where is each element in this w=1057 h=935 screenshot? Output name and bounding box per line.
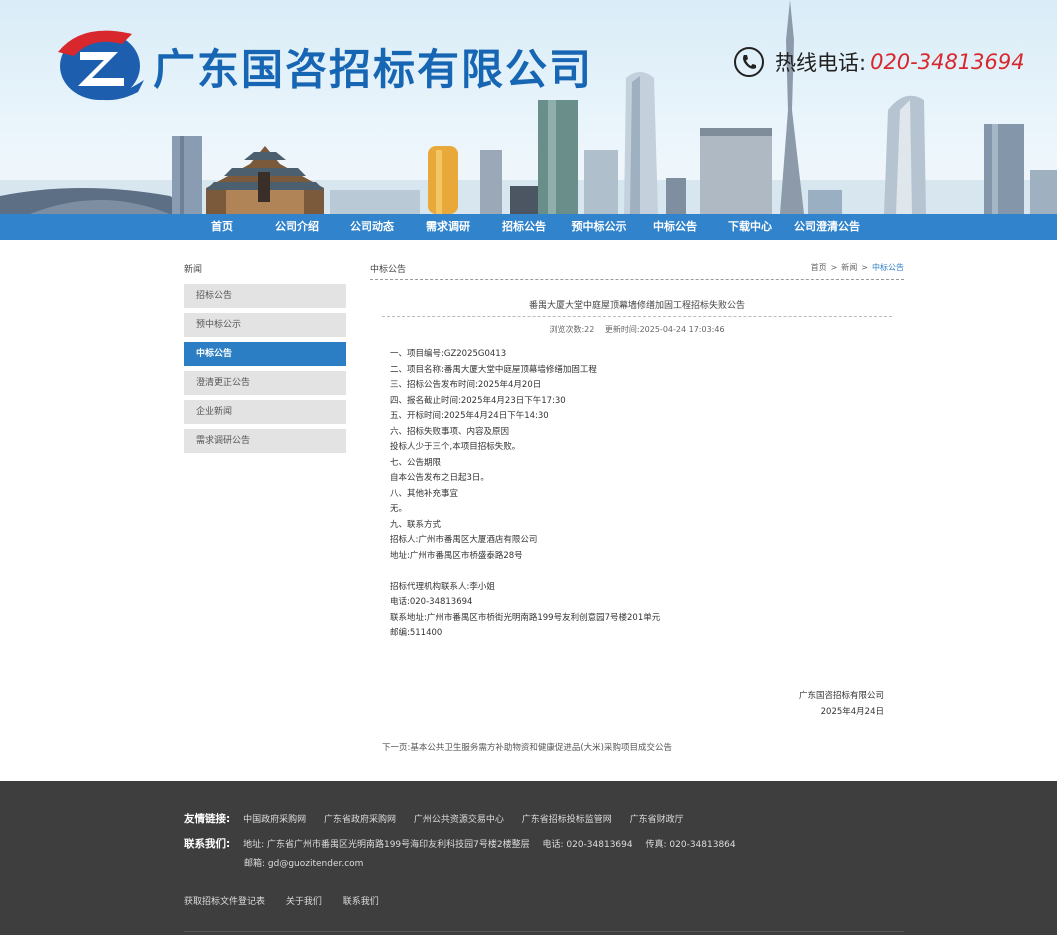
nav-item-home[interactable]: 首页 <box>211 214 233 240</box>
footer-divider <box>184 931 904 932</box>
article-meta: 浏览次数:22 更新时间:2025-04-24 17:03:46 <box>382 324 892 335</box>
header-banner: 广东国咨招标有限公司 热线电话: 020-34813694 <box>0 0 1057 214</box>
breadcrumb-separator: > <box>830 263 838 272</box>
friend-link[interactable]: 中国政府采购网 <box>243 815 306 825</box>
breadcrumb-home[interactable]: 首页 <box>811 263 827 272</box>
article-line: 地址:广州市番禺区市桥盛泰路28号 <box>390 550 523 561</box>
nav-item-download[interactable]: 下载中心 <box>728 214 772 240</box>
hotline-label: 热线电话: <box>775 51 867 75</box>
friend-link[interactable]: 广州公共资源交易中心 <box>414 815 504 825</box>
main-nav: 首页 公司介绍 公司动态 需求调研 招标公告 预中标公示 中标公告 下载中心 公… <box>0 214 1057 240</box>
nav-item-about[interactable]: 公司介绍 <box>275 214 319 240</box>
nav-item-clarification[interactable]: 公司澄清公告 <box>794 214 860 240</box>
article-line: 投标人少于三个,本项目招标失败。 <box>390 442 521 452</box>
article-body: 一、项目编号:GZ2025G0413 二、项目名称:番禺大厦大堂中庭屋顶幕墙修缮… <box>390 347 890 642</box>
article-line: 一、项目编号:GZ2025G0413 <box>390 349 507 359</box>
nav-item-pre-award[interactable]: 预中标公示 <box>572 214 627 240</box>
updated-time: 更新时间:2025-04-24 17:03:46 <box>604 325 725 334</box>
article-line: 九、联系方式 <box>390 519 442 530</box>
contact-label: 联系我们: <box>184 838 231 850</box>
signature-date: 2025年4月24日 <box>820 707 884 717</box>
section-title: 中标公告 <box>370 265 407 275</box>
contact-email-row: 邮箱: gd@guozitender.com <box>244 856 373 869</box>
friend-links-label: 友情链接: <box>184 813 231 825</box>
footer: 友情链接: 中国政府采购网 广东省政府采购网 广州公共资源交易中心 广东省招标投… <box>0 781 1057 935</box>
signature: 广东国咨招标有限公司 2025年4月24日 <box>799 688 884 720</box>
city-skyline-image <box>0 0 1057 214</box>
article-line: 招标代理机构联系人:李小姐 <box>390 581 495 592</box>
friend-link[interactable]: 广东省政府采购网 <box>324 815 396 825</box>
article-line <box>390 564 890 580</box>
sidebar-title: 新闻 <box>184 265 203 275</box>
company-logo-icon <box>58 30 144 101</box>
article-line: 邮编:511400 <box>390 628 443 638</box>
company-name: 广东国咨招标有限公司 <box>153 45 594 94</box>
contact-email: 邮箱: gd@guozitender.com <box>244 859 364 869</box>
title-divider <box>382 316 892 317</box>
breadcrumb-news[interactable]: 新闻 <box>841 263 857 272</box>
article-line: 四、报名截止时间:2025年4月23日下午17:30 <box>390 395 566 406</box>
article-title: 番禺大厦大堂中庭屋顶幕墙修缮加固工程招标失败公告 <box>528 301 745 311</box>
article-line: 七、公告期限 <box>390 457 442 468</box>
nav-item-news[interactable]: 公司动态 <box>350 214 394 240</box>
contact-phone: 电话: 020-34813694 <box>542 840 633 850</box>
friend-links: 友情链接: 中国政府采购网 广东省政府采购网 广州公共资源交易中心 广东省招标投… <box>184 811 699 826</box>
next-article-link[interactable]: 下一页:基本公共卫生服务需方补助物资和健康促进品(大米)采购项目成交公告 <box>382 741 672 753</box>
sidebar-item-tender[interactable]: 招标公告 <box>184 284 346 308</box>
sidebar-item-award[interactable]: 中标公告 <box>184 342 346 366</box>
footer-bottom-links: 获取招标文件登记表 关于我们 联系我们 <box>184 894 397 907</box>
sidebar-item-clarification[interactable]: 澄清更正公告 <box>184 371 346 395</box>
article-line: 五、开标时间:2025年4月24日下午14:30 <box>390 411 549 421</box>
article-line: 二、项目名称:番禺大厦大堂中庭屋顶幕墙修缮加固工程 <box>390 364 597 375</box>
article-line: 联系地址:广州市番禺区市桥街光明南路199号友利创意园7号楼201单元 <box>390 612 661 623</box>
article-line: 六、招标失败事项、内容及原因 <box>390 426 510 437</box>
section-header: 中标公告 首页 > 新闻 > 中标公告 <box>370 260 904 280</box>
hotline-number: 020-34813694 <box>870 50 1025 74</box>
contact-address: 地址: 广东省广州市番禺区光明南路199号海印友利科技园7号楼2楼整层 <box>243 840 530 850</box>
phone-icon <box>734 47 764 77</box>
view-count: 浏览次数:22 <box>549 325 595 334</box>
contact-fax: 传真: 020-34813864 <box>645 840 736 850</box>
footer-link-about[interactable]: 关于我们 <box>286 897 322 907</box>
sidebar-menu: 招标公告 预中标公示 中标公告 澄清更正公告 企业新闻 需求调研公告 <box>184 284 346 458</box>
signature-org: 广东国咨招标有限公司 <box>798 691 884 701</box>
friend-link[interactable]: 广东省招标投标监管网 <box>522 815 612 825</box>
footer-link-registration[interactable]: 获取招标文件登记表 <box>184 897 265 907</box>
nav-item-research[interactable]: 需求调研 <box>426 214 470 240</box>
article-line: 电话:020-34813694 <box>390 597 473 607</box>
contact-info: 联系我们: 地址: 广东省广州市番禺区光明南路199号海印友利科技园7号楼2楼整… <box>184 836 746 851</box>
article-line: 三、招标公告发布时间:2025年4月20日 <box>390 380 542 390</box>
article-line: 八、其他补充事宜 <box>390 488 459 499</box>
hotline: 热线电话: 020-34813694 <box>733 46 1025 78</box>
friend-link[interactable]: 广东省财政厅 <box>630 815 684 825</box>
article-line: 无。 <box>390 504 408 514</box>
breadcrumb: 首页 > 新闻 > 中标公告 <box>811 262 904 273</box>
article-line: 招标人:广州市番禺区大厦酒店有限公司 <box>390 535 538 545</box>
breadcrumb-current[interactable]: 中标公告 <box>872 263 904 272</box>
sidebar-item-company-news[interactable]: 企业新闻 <box>184 400 346 424</box>
nav-item-tender[interactable]: 招标公告 <box>502 214 546 240</box>
footer-link-contact[interactable]: 联系我们 <box>343 897 379 907</box>
article-line: 自本公告发布之日起3日。 <box>390 473 489 483</box>
sidebar-item-pre-award[interactable]: 预中标公示 <box>184 313 346 337</box>
sidebar-item-research[interactable]: 需求调研公告 <box>184 429 346 453</box>
nav-item-award[interactable]: 中标公告 <box>653 214 697 240</box>
breadcrumb-separator: > <box>861 263 868 272</box>
